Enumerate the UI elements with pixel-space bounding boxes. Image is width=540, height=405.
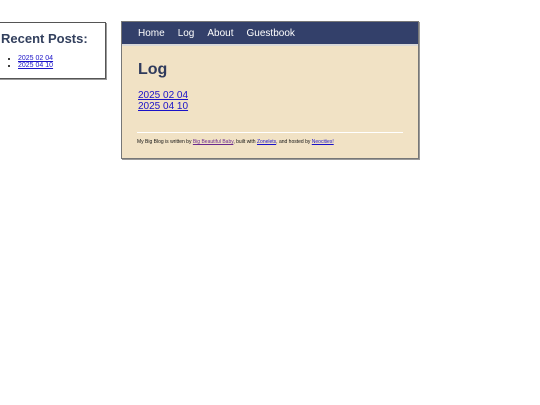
divider	[137, 132, 403, 133]
recent-post-link[interactable]: 2025 04 10	[18, 62, 53, 69]
footer-text: , built with	[233, 139, 257, 145]
post-list: 2025 02 04 2025 04 10	[138, 90, 188, 112]
zonelets-link[interactable]: Zonelets	[257, 139, 276, 145]
list-item: 2025 04 10	[18, 62, 53, 69]
footer: My Big Blog is written by Big Beautiful …	[137, 139, 334, 145]
main-content: Home Log About Guestbook Log 2025 02 04 …	[121, 21, 419, 159]
nav-guestbook-link[interactable]: Guestbook	[247, 28, 295, 39]
footer-text: My Big Blog is written by	[137, 139, 193, 145]
post-link[interactable]: 2025 04 10	[138, 101, 188, 112]
list-item: 2025 02 04	[18, 55, 53, 62]
recent-post-link[interactable]: 2025 02 04	[18, 55, 53, 62]
recent-posts-heading: Recent Posts:	[1, 31, 88, 46]
recent-posts-list: 2025 02 04 2025 04 10	[6, 55, 53, 69]
nav-home-link[interactable]: Home	[138, 28, 165, 39]
post-link[interactable]: 2025 02 04	[138, 90, 188, 101]
recent-posts-box: Recent Posts: 2025 02 04 2025 04 10	[0, 22, 106, 79]
nav-log-link[interactable]: Log	[178, 28, 195, 39]
page-title: Log	[138, 61, 168, 78]
neocities-link[interactable]: Neocities!	[312, 139, 334, 145]
nav-bar: Home Log About Guestbook	[122, 22, 418, 46]
page: Recent Posts: 2025 02 04 2025 04 10 Home…	[0, 0, 540, 405]
author-link[interactable]: Big Beautiful Baby	[193, 139, 234, 145]
footer-text: , and hosted by	[276, 139, 312, 145]
nav-about-link[interactable]: About	[207, 28, 233, 39]
